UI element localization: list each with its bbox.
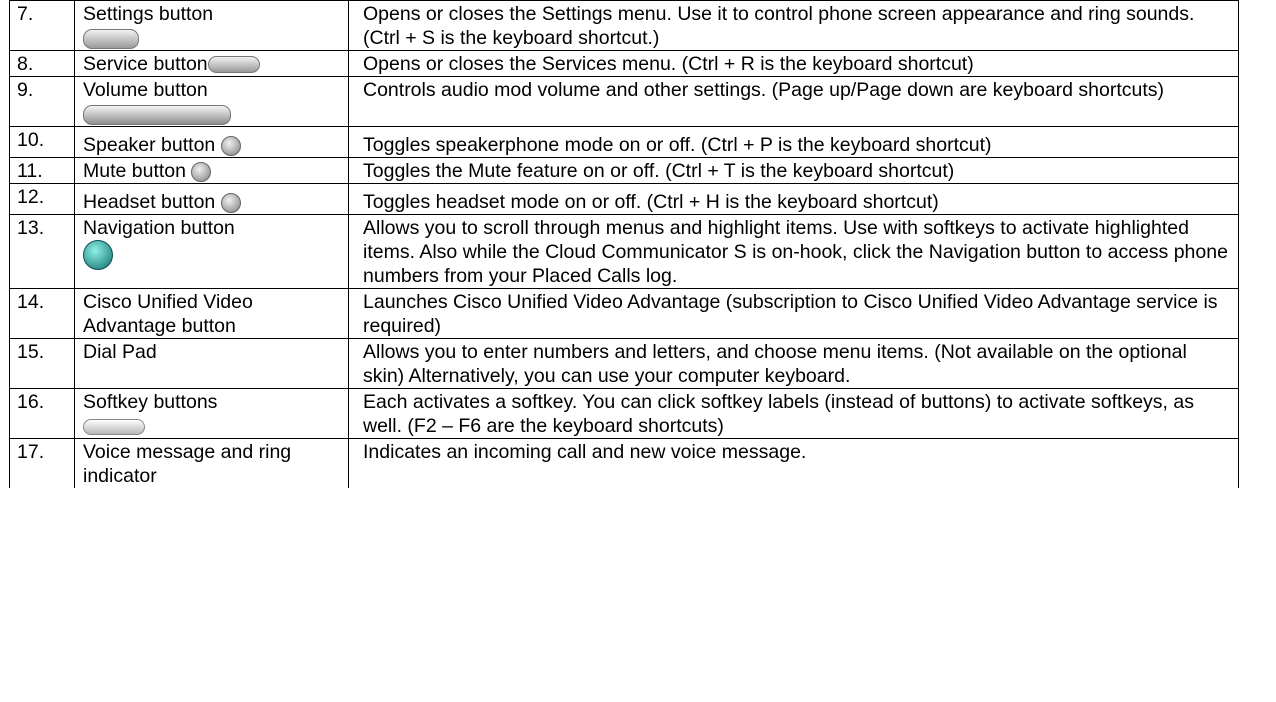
feature-name: Softkey buttons	[83, 391, 218, 413]
row-number: 7.	[9, 0, 75, 51]
feature-name: Settings button	[83, 3, 214, 25]
table-row: 10. Speaker button Toggles speakerphone …	[9, 126, 1239, 158]
description-cell: Each activates a softkey. You can click …	[348, 388, 1239, 439]
feature-name: Navigation button	[83, 217, 235, 239]
description-cell: Allows you to enter numbers and letters,…	[348, 338, 1239, 389]
table-row: 14. Cisco Unified Video Advantage button…	[9, 288, 1239, 339]
feature-table-document: 7. Settings button Opens or closes the S…	[9, 0, 1239, 488]
description-cell: Opens or closes the Services menu. (Ctrl…	[348, 50, 1239, 77]
table-row: 11. Mute button Toggles the Mute feature…	[9, 157, 1239, 184]
row-number: 16.	[9, 388, 75, 439]
row-number: 9.	[9, 76, 75, 127]
phone-features-table: 7. Settings button Opens or closes the S…	[9, 0, 1239, 488]
feature-cell: Volume button	[74, 76, 349, 127]
feature-name: Service button	[83, 53, 208, 75]
headset-icon	[220, 192, 241, 213]
feature-cell: Headset button	[74, 183, 349, 215]
table-row: 9. Volume button Controls audio mod volu…	[9, 76, 1239, 127]
table-row: 7. Settings button Opens or closes the S…	[9, 0, 1239, 51]
row-number: 14.	[9, 288, 75, 339]
settings-icon	[83, 28, 139, 49]
feature-cell: Speaker button	[74, 126, 349, 158]
row-number: 11.	[9, 157, 75, 184]
feature-cell: Mute button	[74, 157, 349, 184]
row-number: 8.	[9, 50, 75, 77]
description-cell: Indicates an incoming call and new voice…	[348, 438, 1239, 488]
table-row: 12. Headset button Toggles headset mode …	[9, 183, 1239, 215]
navigation-icon	[83, 240, 113, 270]
softkey-icon	[83, 418, 145, 435]
feature-name: Cisco Unified Video Advantage button	[74, 288, 349, 339]
description-cell: Toggles headset mode on or off. (Ctrl + …	[348, 183, 1239, 215]
globe-icon	[207, 56, 260, 74]
row-number: 12.	[9, 183, 75, 215]
table-row: 17. Voice message and ring indicator Ind…	[9, 438, 1239, 488]
feature-cell: Softkey buttons	[74, 388, 349, 439]
feature-cell: Settings button	[74, 0, 349, 51]
feature-name: Dial Pad	[74, 338, 349, 389]
feature-name: Mute button	[83, 160, 186, 182]
description-cell: Toggles the Mute feature on or off. (Ctr…	[348, 157, 1239, 184]
feature-name: Volume button	[83, 79, 208, 101]
feature-cell: Service button	[74, 50, 349, 77]
feature-name: Headset button	[83, 191, 216, 213]
table-row: 13. Navigation button Allows you to scro…	[9, 214, 1239, 289]
speaker-icon	[220, 135, 241, 156]
description-cell: Toggles speakerphone mode on or off. (Ct…	[348, 126, 1239, 158]
table-row: 8. Service button Opens or closes the Se…	[9, 50, 1239, 77]
feature-name: Speaker button	[83, 134, 216, 156]
description-cell: Opens or closes the Settings menu. Use i…	[348, 0, 1239, 51]
volume-icon	[83, 104, 231, 125]
table-row: 15. Dial Pad Allows you to enter numbers…	[9, 338, 1239, 389]
row-number: 13.	[9, 214, 75, 289]
mute-icon	[191, 161, 212, 182]
row-number: 15.	[9, 338, 75, 389]
table-row: 16. Softkey buttons Each activates a sof…	[9, 388, 1239, 439]
feature-cell: Navigation button	[74, 214, 349, 289]
description-cell: Controls audio mod volume and other sett…	[348, 76, 1239, 127]
feature-name: Voice message and ring indicator	[74, 438, 349, 488]
row-number: 17.	[9, 438, 75, 488]
description-cell: Launches Cisco Unified Video Advantage (…	[348, 288, 1239, 339]
row-number: 10.	[9, 126, 75, 158]
description-cell: Allows you to scroll through menus and h…	[348, 214, 1239, 289]
